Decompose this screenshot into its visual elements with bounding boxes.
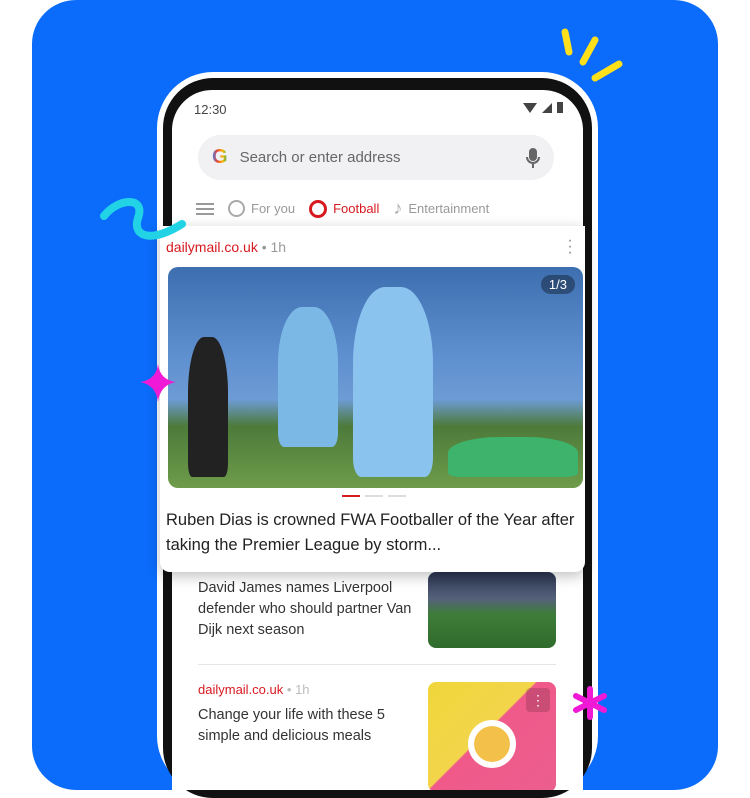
tab-for-you[interactable]: For you — [228, 200, 295, 217]
article-hero-image[interactable]: 1/3 — [168, 267, 583, 488]
featured-article-card[interactable]: dailymail.co.uk • 1h · · · 1/3 Ruben Dias … — [160, 226, 585, 572]
signal-icon — [542, 102, 552, 113]
tab-label: Entertainment — [408, 201, 490, 216]
article-headline: David James names Liverpool defender who… — [198, 580, 412, 638]
carousel-dot[interactable] — [365, 495, 383, 497]
carousel-dot[interactable] — [342, 495, 360, 497]
music-note-icon: ♪ — [393, 198, 403, 218]
more-options-icon[interactable]: · · · — [567, 233, 573, 261]
category-tabs: For you Football ♪ Entertainment — [196, 198, 489, 219]
magenta-sparkle-decoration — [140, 364, 176, 402]
article-time: 1h — [295, 682, 310, 697]
magenta-asterisk-decoration — [573, 686, 607, 720]
carousel-indicator — [342, 495, 406, 497]
google-logo: G — [212, 146, 228, 168]
article-headline: Ruben Dias is crowned FWA Footballer of … — [166, 511, 575, 554]
image-counter: 1/3 — [540, 275, 575, 294]
battery-icon — [557, 102, 563, 113]
more-options-icon[interactable]: ⋮ — [526, 688, 550, 712]
football-icon — [309, 199, 328, 218]
status-time: 12:30 — [194, 102, 227, 117]
globe-icon — [228, 200, 245, 217]
article-time: 1h — [270, 239, 287, 255]
microphone-icon[interactable] — [526, 147, 540, 169]
article-thumbnail[interactable]: ⋮ — [428, 682, 556, 790]
filter-settings-icon[interactable] — [196, 201, 214, 217]
status-icons — [523, 102, 563, 113]
tab-label: Football — [333, 201, 380, 216]
search-input[interactable]: G Search or enter address — [198, 135, 554, 180]
tab-football[interactable]: Football — [309, 199, 380, 218]
search-placeholder: Search or enter address — [239, 149, 401, 166]
cyan-squiggle-decoration — [100, 198, 186, 240]
tab-label: For you — [251, 201, 296, 216]
article-thumbnail[interactable] — [428, 572, 556, 648]
wifi-icon — [523, 102, 537, 113]
article-headline: Change your life with these 5 simple and… — [198, 707, 385, 744]
carousel-dot[interactable] — [388, 495, 406, 497]
divider — [198, 664, 556, 665]
tab-entertainment[interactable]: ♪ Entertainment — [393, 198, 489, 219]
article-source[interactable]: dailymail.co.uk — [198, 682, 283, 697]
